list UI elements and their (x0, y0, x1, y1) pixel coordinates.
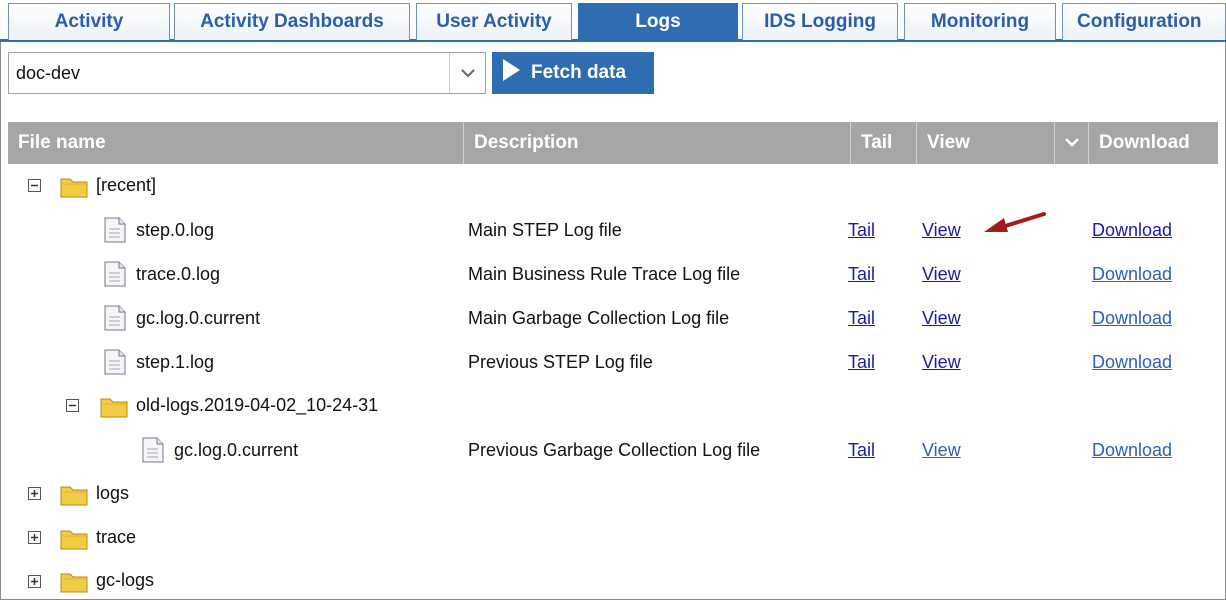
plus-box-icon[interactable] (28, 531, 41, 544)
table-row: gc.log.0.current Previous Garbage Collec… (8, 428, 1218, 472)
tail-link[interactable]: Tail (848, 220, 875, 241)
view-link[interactable]: View (922, 220, 961, 241)
plus-box-icon[interactable] (28, 487, 41, 500)
file-name: gc.log.0.current (136, 308, 261, 328)
table-header: File name Description Tail View Download (8, 122, 1218, 164)
chevron-down-icon (1064, 134, 1080, 152)
file-name: step.0.log (136, 220, 215, 240)
file-icon (142, 437, 164, 468)
tree-row-folder[interactable]: trace (8, 516, 1218, 560)
file-name: step.1.log (136, 352, 215, 372)
table-row: trace.0.log Main Business Rule Trace Log… (8, 252, 1218, 296)
tab-logs[interactable]: Logs (578, 3, 738, 40)
file-name: gc.log.0.current (174, 440, 299, 460)
server-select-value: doc-dev (16, 63, 81, 83)
file-icon (104, 349, 126, 380)
column-header-file-name[interactable]: File name (8, 122, 463, 164)
tab-user-activity[interactable]: User Activity (416, 3, 572, 40)
download-link[interactable]: Download (1092, 440, 1172, 461)
tab-configuration[interactable]: Configuration (1062, 3, 1226, 40)
view-link[interactable]: View (922, 308, 961, 329)
table-row: gc.log.0.current Main Garbage Collection… (8, 296, 1218, 340)
fetch-data-label: Fetch data (531, 62, 627, 83)
column-header-description[interactable]: Description (463, 122, 850, 164)
folder-icon (60, 174, 88, 203)
tab-activity-dashboards[interactable]: Activity Dashboards (174, 3, 410, 40)
folder-name: [recent] (96, 175, 157, 195)
column-header-tail[interactable]: Tail (850, 122, 916, 164)
folder-name: logs (96, 483, 130, 503)
file-description: Previous Garbage Collection Log file (468, 439, 761, 460)
file-icon (104, 305, 126, 336)
plus-box-icon[interactable] (28, 575, 41, 588)
tab-ids-logging[interactable]: IDS Logging (742, 3, 898, 40)
folder-name: trace (96, 527, 137, 547)
fetch-data-button[interactable]: Fetch data (492, 52, 654, 94)
download-link[interactable]: Download (1092, 308, 1172, 329)
annotation-arrow-icon (982, 210, 1048, 241)
download-link[interactable]: Download (1092, 352, 1172, 373)
tail-link[interactable]: Tail (848, 352, 875, 373)
tree-row-folder[interactable]: old-logs.2019-04-02_10-24-31 (8, 384, 1218, 428)
folder-name: old-logs.2019-04-02_10-24-31 (136, 395, 379, 415)
folder-icon (100, 394, 128, 423)
file-name: trace.0.log (136, 264, 221, 284)
minus-box-icon[interactable] (28, 179, 41, 192)
file-description: Main Business Rule Trace Log file (468, 263, 741, 284)
column-header-view[interactable]: View (916, 122, 1054, 164)
tree-row-folder[interactable]: logs (8, 472, 1218, 516)
table-row: step.1.log Previous STEP Log file Tail V… (8, 340, 1218, 384)
tab-activity[interactable]: Activity (8, 3, 170, 40)
column-header-download[interactable]: Download (1088, 122, 1218, 164)
file-description: Main Garbage Collection Log file (468, 307, 730, 328)
file-icon (104, 217, 126, 248)
download-link[interactable]: Download (1092, 220, 1172, 241)
file-description: Main STEP Log file (468, 219, 622, 240)
tail-link[interactable]: Tail (848, 440, 875, 461)
download-link[interactable]: Download (1092, 264, 1172, 285)
chevron-down-icon[interactable] (449, 53, 485, 93)
tab-bar: Activity Activity Dashboards User Activi… (0, 0, 1226, 42)
play-icon (501, 58, 521, 88)
server-select[interactable]: doc-dev (8, 52, 486, 94)
file-icon (104, 261, 126, 292)
file-description: Previous STEP Log file (468, 351, 653, 372)
minus-box-icon[interactable] (66, 399, 79, 412)
folder-icon (60, 569, 88, 598)
tree-row-folder[interactable]: gc-logs (8, 556, 1218, 600)
column-menu-button[interactable] (1054, 122, 1088, 164)
tail-link[interactable]: Tail (848, 308, 875, 329)
tail-link[interactable]: Tail (848, 264, 875, 285)
folder-icon (60, 482, 88, 511)
view-link[interactable]: View (922, 440, 961, 461)
folder-icon (60, 526, 88, 555)
view-link[interactable]: View (922, 264, 961, 285)
folder-name: gc-logs (96, 570, 155, 590)
tree-row-folder[interactable]: [recent] (8, 164, 1218, 208)
tab-monitoring[interactable]: Monitoring (904, 3, 1056, 40)
view-link[interactable]: View (922, 352, 961, 373)
